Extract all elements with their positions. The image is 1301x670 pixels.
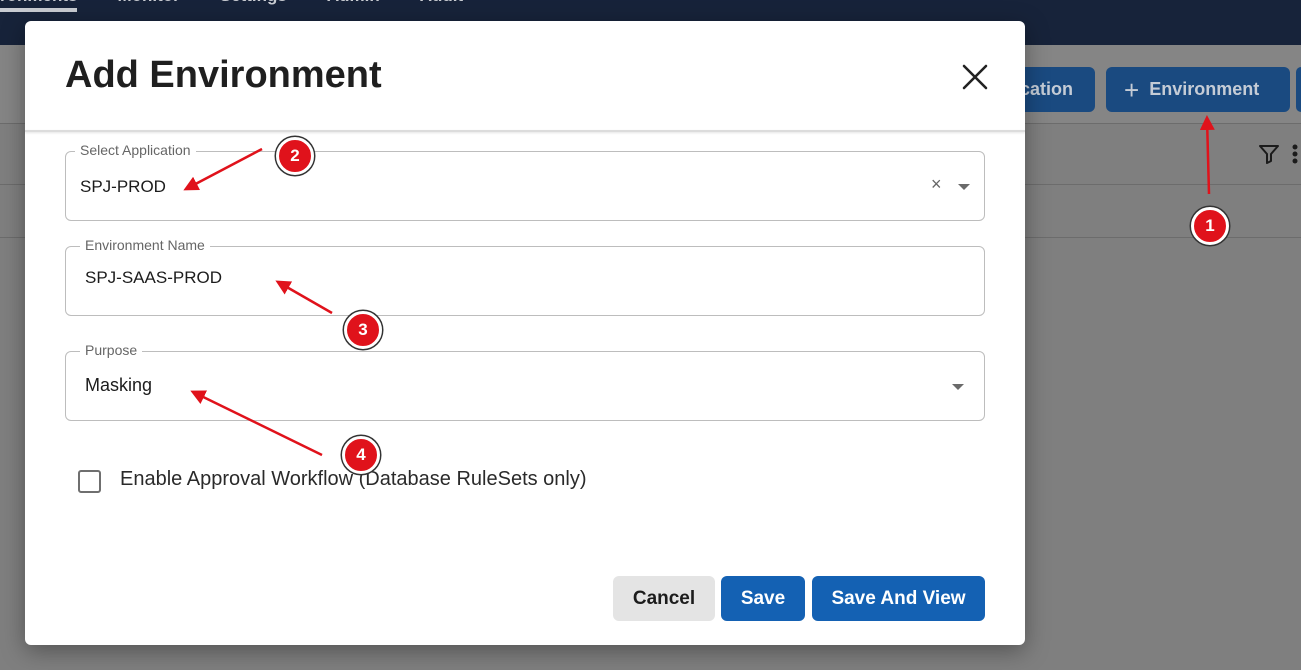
dialog-header-divider — [25, 130, 1025, 132]
plus-icon: + — [1124, 74, 1140, 105]
add-environment-button[interactable]: + Environment — [1106, 67, 1290, 112]
cancel-button[interactable]: Cancel — [613, 576, 715, 621]
select-application-label: Select Application — [75, 142, 196, 158]
annotation-badge-3: 3 — [344, 311, 382, 349]
annotation-badge-2: 2 — [276, 137, 314, 175]
environment-name-field[interactable]: Environment Name SPJ-SAAS-PROD — [65, 237, 985, 316]
chevron-down-icon[interactable] — [958, 184, 970, 190]
nav-tab-admin[interactable]: Admin — [327, 0, 380, 12]
nav-tab-monitor[interactable]: Monitor — [117, 0, 179, 12]
environment-name-input[interactable]: SPJ-SAAS-PROD — [85, 268, 222, 288]
purpose-label: Purpose — [80, 342, 143, 358]
dialog-title: Add Environment — [65, 54, 382, 96]
environment-name-label: Environment Name — [80, 237, 210, 253]
more-toolbar-button[interactable] — [1296, 67, 1301, 112]
nav-tab-audit[interactable]: Audit — [420, 0, 463, 12]
purpose-value: Masking — [85, 375, 153, 395]
filter-icon[interactable] — [1257, 142, 1281, 166]
select-application-value: SPJ-PROD — [80, 177, 166, 196]
save-and-view-button[interactable]: Save And View — [812, 576, 985, 621]
select-application-field[interactable]: Select Application SPJ-PROD × — [65, 142, 985, 221]
top-nav: ronments Monitor Settings Admin Audit — [0, 0, 463, 12]
add-application-label: cation — [1019, 79, 1073, 99]
more-vert-icon[interactable] — [1290, 142, 1300, 166]
nav-tab-environments[interactable]: ronments — [0, 0, 78, 12]
close-icon[interactable] — [961, 63, 989, 91]
add-environment-dialog: Add Environment Select Application SPJ-P… — [25, 21, 1025, 645]
purpose-select[interactable]: Purpose Masking — [65, 342, 985, 421]
save-button[interactable]: Save — [721, 576, 805, 621]
annotation-badge-1: 1 — [1191, 207, 1229, 245]
add-environment-label: Environment — [1149, 79, 1260, 99]
clear-icon[interactable]: × — [931, 174, 942, 195]
chevron-down-icon[interactable] — [952, 384, 964, 390]
annotation-badge-4: 4 — [342, 436, 380, 474]
approval-workflow-checkbox[interactable] — [78, 470, 101, 493]
nav-tab-settings[interactable]: Settings — [220, 0, 287, 12]
